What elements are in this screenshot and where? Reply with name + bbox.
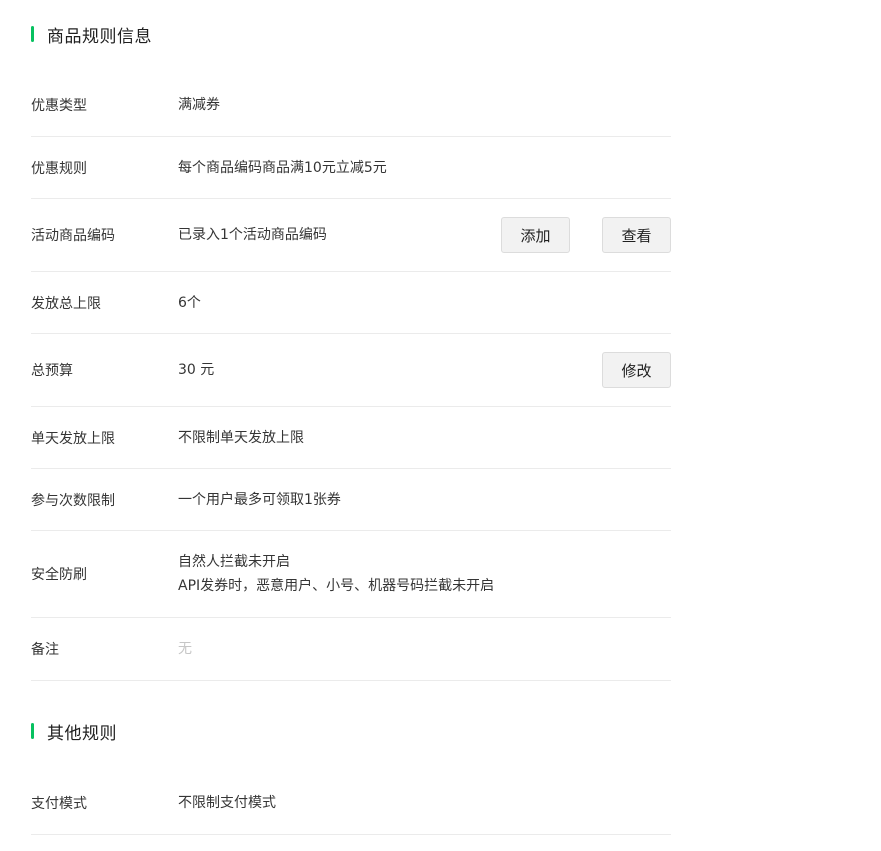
row-product-codes: 活动商品编码 已录入1个活动商品编码 添加 查看 <box>31 199 671 272</box>
row-anti-fraud: 安全防刷 自然人拦截未开启 API发券时，恶意用户、小号、机器号码拦截未开启 <box>31 531 671 618</box>
accent-bar <box>31 723 34 739</box>
row-remark: 备注 无 <box>31 618 671 681</box>
row-label: 安全防刷 <box>31 567 87 583</box>
row-label: 单天发放上限 <box>31 430 115 447</box>
anti-fraud-line-2: API发券时，恶意用户、小号、机器号码拦截未开启 <box>178 578 495 594</box>
row-discount-rule: 优惠规则 每个商品编码商品满10元立减5元 <box>31 137 671 199</box>
row-label: 参与次数限制 <box>31 492 115 509</box>
product-rules-list: 优惠类型 满减券 优惠规则 每个商品编码商品满10元立减5元 活动商品编码 已录… <box>31 74 671 681</box>
page: 商品规则信息 优惠类型 满减券 优惠规则 每个商品编码商品满10元立减5元 活动… <box>0 0 881 851</box>
row-value: 不限制单天发放上限 <box>178 429 304 446</box>
row-daily-limit: 单天发放上限 不限制单天发放上限 <box>31 407 671 469</box>
row-value: 不限制支付模式 <box>178 795 276 811</box>
row-label: 总预算 <box>31 363 73 379</box>
row-value: 30 元 <box>178 362 215 378</box>
row-payment-mode: 支付模式 不限制支付模式 <box>31 772 671 835</box>
row-label: 优惠规则 <box>31 160 87 177</box>
row-value: 无 <box>178 641 192 657</box>
row-value: 每个商品编码商品满10元立减5元 <box>178 159 387 176</box>
section-title-other-rules: 其他规则 <box>31 719 117 744</box>
row-label: 优惠类型 <box>31 98 87 114</box>
row-value: 满减券 <box>178 97 220 113</box>
section-title-product-rules: 商品规则信息 <box>31 22 152 47</box>
row-label: 备注 <box>31 642 59 658</box>
add-button[interactable]: 添加 <box>501 217 570 253</box>
row-label: 支付模式 <box>31 796 87 812</box>
section-title-text: 其他规则 <box>47 723 117 744</box>
row-label: 发放总上限 <box>31 295 101 312</box>
row-actions: 修改 <box>602 352 671 388</box>
edit-button[interactable]: 修改 <box>602 352 671 388</box>
accent-bar <box>31 26 34 42</box>
row-label: 活动商品编码 <box>31 228 115 244</box>
row-total-limit: 发放总上限 6个 <box>31 272 671 334</box>
row-total-budget: 总预算 30 元 修改 <box>31 334 671 407</box>
view-button[interactable]: 查看 <box>602 217 671 253</box>
row-discount-type: 优惠类型 满减券 <box>31 74 671 137</box>
row-actions: 添加 查看 <box>501 217 671 253</box>
anti-fraud-line-1: 自然人拦截未开启 <box>178 554 290 570</box>
row-value: 一个用户最多可领取1张券 <box>178 491 341 508</box>
row-value: 6个 <box>178 294 201 311</box>
section-title-text: 商品规则信息 <box>47 26 152 47</box>
row-participation-limit: 参与次数限制 一个用户最多可领取1张券 <box>31 469 671 531</box>
other-rules-list: 支付模式 不限制支付模式 <box>31 772 671 835</box>
row-value: 自然人拦截未开启 API发券时，恶意用户、小号、机器号码拦截未开启 <box>178 550 671 598</box>
